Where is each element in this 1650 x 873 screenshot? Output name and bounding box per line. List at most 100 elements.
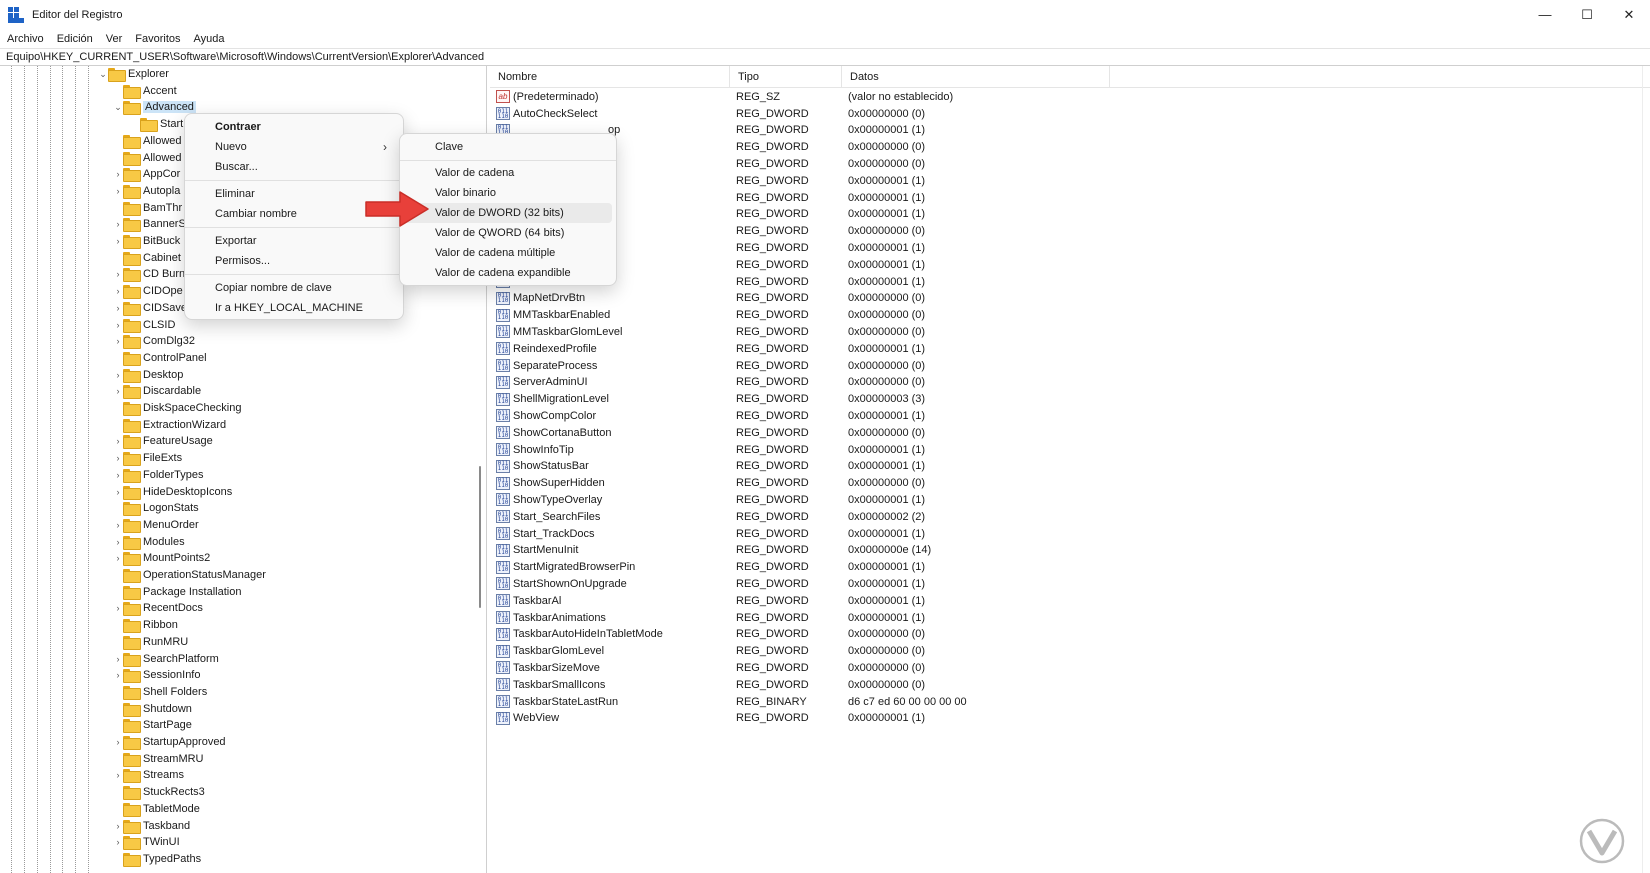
tree-node[interactable]: › FeatureUsage xyxy=(113,433,213,450)
chevron-right-icon[interactable]: › xyxy=(113,670,123,680)
value-row[interactable]: 011 110 TaskbarSmallIcons REG_DWORD 0x000000… xyxy=(490,676,1650,694)
value-row[interactable]: 011 110 StartMenuInit REG_DWORD 0x0000000e (… xyxy=(490,542,1650,560)
tree-node[interactable]: Package Installation xyxy=(113,584,241,600)
chevron-right-icon[interactable]: › xyxy=(113,553,123,563)
tree-node[interactable]: Ribbon xyxy=(113,617,178,634)
chevron-right-icon[interactable]: › xyxy=(113,654,123,664)
value-row[interactable]: 011 110 ShowStatusBar REG_DWORD 0x00000001 (… xyxy=(490,458,1650,476)
value-row[interactable]: 011 110 ShowCortanaButton REG_DWORD 0x000000… xyxy=(490,424,1650,442)
values-list[interactable]: Nombre Tipo Datos ab (Predeterminado) REG_… xyxy=(490,66,1650,873)
tree-node[interactable]: LogonStats xyxy=(113,500,199,517)
tree-node[interactable]: › Desktop xyxy=(113,367,183,383)
value-row[interactable]: 011 110 AutoCheckSelect REG_DWORD 0x00000000… xyxy=(490,105,1650,123)
chevron-right-icon[interactable]: › xyxy=(113,737,123,747)
menu-edicion[interactable]: Edición xyxy=(57,33,93,45)
value-row[interactable]: 011 110 TaskbarGlomLevel REG_DWORD 0x0000000… xyxy=(490,642,1650,660)
chevron-right-icon[interactable]: › xyxy=(113,470,123,480)
value-row[interactable]: 011110opREG_DWORD0x00000001 (1) xyxy=(490,122,1650,140)
chevron-right-icon[interactable]: › xyxy=(113,837,123,847)
value-row[interactable]: 011 110 MapNetDrvBtn REG_DWORD 0x00000000 (0… xyxy=(490,290,1650,308)
tree-node[interactable]: › Discardable xyxy=(113,383,201,400)
value-row[interactable]: 011 110 StartShownOnUpgrade REG_DWORD 0x0000… xyxy=(490,575,1650,593)
menu-favoritos[interactable]: Favoritos xyxy=(135,33,180,45)
submenu-item-valor-cadena-expandible[interactable]: Valor de cadena expandible xyxy=(404,263,612,283)
tree-node[interactable]: ⌄ Explorer xyxy=(98,66,169,82)
menu-item-ir-hklm[interactable]: Ir a HKEY_LOCAL_MACHINE xyxy=(189,298,399,318)
tree-node[interactable]: › SearchPlatform xyxy=(113,651,219,667)
submenu-item-valor-dword[interactable]: Valor de DWORD (32 bits) xyxy=(404,203,612,223)
menu-item-copiar-nombre[interactable]: Copiar nombre de clave xyxy=(189,278,399,298)
value-row[interactable]: 011 110 WebView REG_DWORD 0x00000001 (1) xyxy=(490,710,1650,728)
tree-node[interactable]: Allowed xyxy=(113,150,182,166)
column-header-nombre[interactable]: Nombre xyxy=(490,66,730,88)
value-row[interactable]: 011 110 TaskbarAnimations REG_DWORD 0x000000… xyxy=(490,609,1650,627)
menu-item-permisos[interactable]: Permisos... xyxy=(189,251,399,271)
value-row[interactable]: 011 110 TaskbarAl REG_DWORD 0x00000001 (1) xyxy=(490,592,1650,610)
tree-node[interactable]: › FolderTypes xyxy=(113,467,204,483)
value-row[interactable]: 011110REG_DWORD0x00000001 (1) xyxy=(490,172,1650,190)
chevron-right-icon[interactable]: › xyxy=(113,186,123,196)
value-row[interactable]: 011 110 ShowTypeOverlay REG_DWORD 0x00000001… xyxy=(490,491,1650,509)
chevron-right-icon[interactable]: › xyxy=(113,537,123,547)
tree-node[interactable]: ⌄ Advanced xyxy=(113,99,196,116)
tree-node[interactable]: StreamMRU xyxy=(113,751,204,767)
submenu-item-clave[interactable]: Clave xyxy=(404,137,612,157)
tree-node[interactable]: › BannerS xyxy=(113,216,186,233)
chevron-right-icon[interactable]: › xyxy=(113,286,123,296)
submenu-item-valor-cadena[interactable]: Valor de cadena xyxy=(404,163,612,183)
tree-node[interactable]: StartI xyxy=(130,116,186,133)
value-row[interactable]: 011 110 StartMigratedBrowserPin REG_DWORD 0x… xyxy=(490,558,1650,576)
value-row[interactable]: 011110ListviewShadowREG_DWORD0x00000001 … xyxy=(490,273,1650,291)
tree-node[interactable]: Allowed xyxy=(113,133,182,149)
tree-node[interactable]: › AppCor xyxy=(113,166,180,183)
value-row[interactable]: 011 110 Start_SearchFiles REG_DWORD 0x000000… xyxy=(490,508,1650,526)
value-row[interactable]: 011 110 TaskbarAutoHideInTabletMode REG_DWO… xyxy=(490,626,1650,644)
tree-node[interactable]: Accent xyxy=(113,83,177,99)
tree-node[interactable]: StartPage xyxy=(113,717,192,734)
value-row[interactable]: 011110REG_DWORD0x00000001 (1) xyxy=(490,189,1650,207)
value-row[interactable]: 011 110 ShowSuperHidden REG_DWORD 0x00000000… xyxy=(490,474,1650,492)
value-row[interactable]: ab (Predeterminado) REG_SZ (valor no establ… xyxy=(490,88,1650,106)
chevron-right-icon[interactable]: › xyxy=(113,453,123,463)
value-row[interactable]: 011 110 MMTaskbarGlomLevel REG_DWORD 0x00000… xyxy=(490,323,1650,341)
maximize-button[interactable]: ☐ xyxy=(1566,0,1608,29)
chevron-right-icon[interactable]: › xyxy=(113,603,123,613)
tree-node[interactable]: › MenuOrder xyxy=(113,517,199,533)
tree-node[interactable]: › Autopla xyxy=(113,183,180,199)
tree-node[interactable]: › HideDesktopIcons xyxy=(113,484,232,500)
tree-node[interactable]: Cabinet xyxy=(113,250,181,266)
menu-item-nuevo[interactable]: Nuevo › xyxy=(189,137,399,157)
value-row[interactable]: 011 110 ReindexedProfile REG_DWORD 0x0000000… xyxy=(490,340,1650,358)
tree-node[interactable]: › FileExts xyxy=(113,450,182,467)
tree-node[interactable]: › Modules xyxy=(113,534,185,550)
chevron-right-icon[interactable]: › xyxy=(113,269,123,279)
chevron-right-icon[interactable]: › xyxy=(113,219,123,229)
chevron-right-icon[interactable]: › xyxy=(113,487,123,497)
tree-node[interactable]: › CIDOpe xyxy=(113,283,183,300)
tree-node[interactable]: › MountPoints2 xyxy=(113,550,210,567)
tree-node[interactable]: › RecentDocs xyxy=(113,600,203,617)
menu-ver[interactable]: Ver xyxy=(106,33,123,45)
chevron-right-icon[interactable]: › xyxy=(113,386,123,396)
value-row[interactable]: 011 110 ShowInfoTip REG_DWORD 0x00000001 (1) xyxy=(490,441,1650,459)
tree-node[interactable]: DiskSpaceChecking xyxy=(113,400,241,416)
tree-node[interactable]: TypedPaths xyxy=(113,851,201,867)
chevron-right-icon[interactable]: › xyxy=(113,370,123,380)
chevron-right-icon[interactable]: › xyxy=(113,770,123,780)
tree-node[interactable]: OperationStatusManager xyxy=(113,567,266,583)
value-row[interactable]: 011 110 TaskbarSizeMove REG_DWORD 0x00000000… xyxy=(490,659,1650,677)
chevron-right-icon[interactable]: › xyxy=(113,169,123,179)
value-row[interactable]: 011110REG_DWORD0x00000001 (1) xyxy=(490,239,1650,257)
value-row[interactable]: 011110REG_DWORD0x00000001 (1) xyxy=(490,256,1650,274)
value-row[interactable]: 011 110 SeparateProcess REG_DWORD 0x00000000… xyxy=(490,357,1650,375)
chevron-down-icon[interactable]: ⌄ xyxy=(113,102,123,113)
tree-node[interactable]: Shell Folders xyxy=(113,684,207,700)
tree-node[interactable]: RunMRU xyxy=(113,634,188,650)
tree-node[interactable]: › Taskband xyxy=(113,818,190,834)
tree-scroll-thumb[interactable] xyxy=(479,466,481,608)
menu-ayuda[interactable]: Ayuda xyxy=(194,33,225,45)
value-row[interactable]: 011110REG_DWORD0x00000001 (1) xyxy=(490,206,1650,224)
chevron-right-icon[interactable]: › xyxy=(113,336,123,346)
chevron-right-icon[interactable]: › xyxy=(113,520,123,530)
tree-node[interactable]: › TWinUI xyxy=(113,834,180,851)
